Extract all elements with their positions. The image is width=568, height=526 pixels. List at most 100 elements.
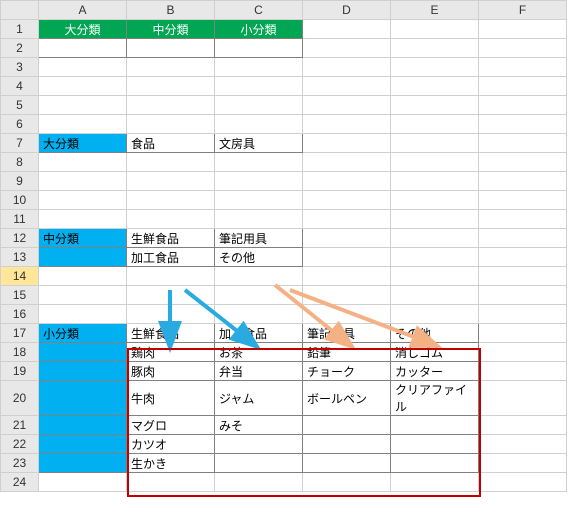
cell[interactable] <box>127 58 215 77</box>
cell[interactable]: 牛肉 <box>127 381 215 416</box>
cell[interactable] <box>303 153 391 172</box>
cell[interactable] <box>479 267 567 286</box>
cell[interactable] <box>127 172 215 191</box>
cell[interactable] <box>303 267 391 286</box>
cell[interactable]: 小分類 <box>215 20 303 39</box>
row-header[interactable]: 13 <box>1 248 39 267</box>
cell[interactable]: 消しゴム <box>391 343 479 362</box>
cell[interactable] <box>39 153 127 172</box>
cell[interactable]: マグロ <box>127 416 215 435</box>
cell[interactable]: 生かき <box>127 454 215 473</box>
cell[interactable] <box>215 191 303 210</box>
cell[interactable] <box>303 473 391 492</box>
cell[interactable]: 食品 <box>127 134 215 153</box>
cell[interactable] <box>39 267 127 286</box>
cell[interactable]: 鉛筆 <box>303 343 391 362</box>
cell[interactable] <box>303 248 391 267</box>
cell[interactable] <box>479 286 567 305</box>
cell[interactable] <box>39 191 127 210</box>
corner-cell[interactable] <box>1 1 39 20</box>
cell[interactable] <box>479 58 567 77</box>
cell[interactable] <box>479 229 567 248</box>
row-header[interactable]: 20 <box>1 381 39 416</box>
cell[interactable] <box>215 435 303 454</box>
cell[interactable] <box>479 362 567 381</box>
cell[interactable] <box>479 454 567 473</box>
row-header[interactable]: 21 <box>1 416 39 435</box>
cell[interactable] <box>479 305 567 324</box>
row-header[interactable]: 5 <box>1 96 39 115</box>
col-header[interactable]: D <box>303 1 391 20</box>
row-header[interactable]: 4 <box>1 77 39 96</box>
row-header[interactable]: 11 <box>1 210 39 229</box>
row-header[interactable]: 24 <box>1 473 39 492</box>
cell[interactable]: カツオ <box>127 435 215 454</box>
cell[interactable] <box>39 381 127 416</box>
cell[interactable]: 加工食品 <box>127 248 215 267</box>
row-header[interactable]: 18 <box>1 343 39 362</box>
cell[interactable] <box>39 115 127 134</box>
cell[interactable]: その他 <box>391 324 479 343</box>
row-header[interactable]: 19 <box>1 362 39 381</box>
cell[interactable] <box>479 20 567 39</box>
cell[interactable]: 豚肉 <box>127 362 215 381</box>
cell[interactable] <box>127 305 215 324</box>
cell[interactable] <box>39 416 127 435</box>
cell[interactable]: 大分類 <box>39 134 127 153</box>
cell[interactable] <box>479 435 567 454</box>
cell[interactable] <box>391 286 479 305</box>
cell[interactable] <box>215 210 303 229</box>
row-header[interactable]: 23 <box>1 454 39 473</box>
cell[interactable] <box>215 267 303 286</box>
cell[interactable] <box>479 381 567 416</box>
col-header[interactable]: B <box>127 1 215 20</box>
cell[interactable] <box>215 115 303 134</box>
cell[interactable] <box>215 454 303 473</box>
row-header[interactable]: 10 <box>1 191 39 210</box>
col-header[interactable]: E <box>391 1 479 20</box>
cell[interactable] <box>215 58 303 77</box>
cell[interactable] <box>391 435 479 454</box>
cell[interactable]: 中分類 <box>39 229 127 248</box>
cell[interactable]: 筆記用具 <box>215 229 303 248</box>
cell[interactable] <box>303 172 391 191</box>
cell[interactable] <box>303 39 391 58</box>
row-header[interactable]: 17 <box>1 324 39 343</box>
cell[interactable] <box>215 172 303 191</box>
cell[interactable] <box>127 153 215 172</box>
col-header[interactable]: F <box>479 1 567 20</box>
cell[interactable]: その他 <box>215 248 303 267</box>
cell[interactable] <box>215 473 303 492</box>
cell[interactable] <box>39 248 127 267</box>
cell[interactable]: 筆記用具 <box>303 324 391 343</box>
row-header[interactable]: 14 <box>1 267 39 286</box>
cell[interactable] <box>479 172 567 191</box>
cell[interactable]: 中分類 <box>127 20 215 39</box>
cell[interactable]: 加工食品 <box>215 324 303 343</box>
cell[interactable] <box>127 77 215 96</box>
row-header[interactable]: 6 <box>1 115 39 134</box>
cell[interactable] <box>127 473 215 492</box>
cell[interactable] <box>479 115 567 134</box>
cell[interactable]: 鶏肉 <box>127 343 215 362</box>
cell[interactable]: 小分類 <box>39 324 127 343</box>
cell[interactable]: 生鮮食品 <box>127 324 215 343</box>
cell[interactable] <box>391 416 479 435</box>
cell[interactable] <box>39 77 127 96</box>
cell[interactable] <box>303 115 391 134</box>
cell[interactable] <box>303 286 391 305</box>
row-header[interactable]: 12 <box>1 229 39 248</box>
cell[interactable] <box>39 39 127 58</box>
cell[interactable] <box>391 96 479 115</box>
cell[interactable] <box>479 77 567 96</box>
cell[interactable] <box>479 96 567 115</box>
cell[interactable] <box>479 343 567 362</box>
cell[interactable] <box>479 473 567 492</box>
cell[interactable] <box>391 473 479 492</box>
cell[interactable] <box>303 20 391 39</box>
cell[interactable] <box>479 248 567 267</box>
cell[interactable]: ジャム <box>215 381 303 416</box>
cell[interactable] <box>303 454 391 473</box>
cell[interactable] <box>391 267 479 286</box>
cell[interactable] <box>303 58 391 77</box>
